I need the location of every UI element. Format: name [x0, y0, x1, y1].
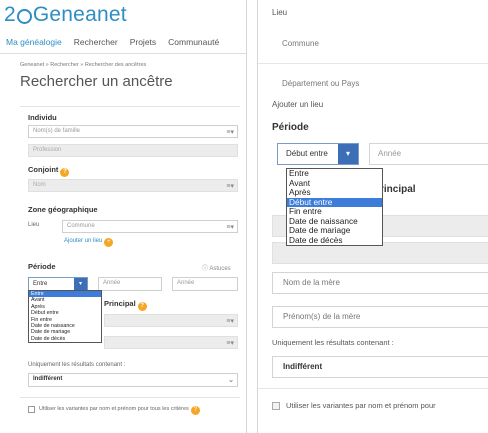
nav-ma-genealogie[interactable]: Ma généalogie — [6, 37, 62, 47]
astuces-link[interactable]: ⓘ Astuces — [202, 263, 231, 272]
field-menu-icon[interactable]: ≡▾ — [226, 338, 234, 348]
logo-ring-icon — [16, 8, 32, 24]
field-menu-icon[interactable]: ≡▾ — [226, 222, 234, 232]
main-nav: Ma généalogie Rechercher Projets Communa… — [0, 30, 246, 54]
select-arrow-icon[interactable]: ▾ — [74, 278, 87, 290]
periode-heading: Période — [272, 122, 309, 133]
geneanet-logo[interactable]: 2 Geneanet — [4, 3, 127, 27]
select-arrow-icon[interactable]: ▾ — [338, 144, 358, 164]
annee-fin-placeholder: Année — [177, 280, 195, 286]
annee-debut-placeholder: Année — [103, 280, 121, 286]
variantes-option: Utiliser les variantes par nom et prénom… — [39, 406, 200, 415]
departement-input[interactable]: Département ou Pays — [272, 74, 488, 96]
astuces-text: Astuces — [209, 266, 231, 272]
option-date-deces[interactable]: Date de décès — [29, 336, 101, 342]
periode-select-value: Entre — [33, 281, 48, 287]
nav-projets[interactable]: Projets — [130, 37, 156, 47]
annee-debut-input[interactable]: Année — [98, 277, 162, 291]
periode-dropdown: Entre Avant Après Début entre Fin entre … — [286, 168, 383, 246]
principal-heading: Principal? — [104, 299, 147, 311]
profession-input[interactable]: Profession — [28, 144, 238, 157]
annee-fin-input[interactable]: Année — [172, 277, 238, 291]
individu-heading: Individu — [28, 113, 57, 122]
mere-prenom-placeholder: Prénom(s) de la mère — [283, 312, 361, 321]
annee-input[interactable]: Année — [369, 143, 488, 165]
left-screenshot-panel: 2 Geneanet Ma généalogie Rechercher Proje… — [0, 0, 247, 433]
conjoint-heading: Conjoint? — [28, 165, 70, 177]
nav-rechercher[interactable]: Rechercher — [74, 37, 118, 47]
add-place-text: Ajouter un lieu — [64, 238, 103, 244]
conjoint-nom-input[interactable]: Nom ≡▾ — [28, 179, 238, 192]
page-title: Rechercher un ancêtre — [20, 73, 173, 90]
periode-dropdown: Entre Avant Après Début entre Fin entre … — [28, 290, 102, 344]
right-zoom-panel: Lieu Commune Département ou Pays Ajouter… — [257, 0, 488, 433]
commune-input[interactable]: Commune — [272, 34, 488, 56]
option-date-deces[interactable]: Date de décès — [287, 235, 382, 246]
add-place-link[interactable]: Ajouter un lieu + — [64, 238, 114, 247]
add-place-link[interactable]: Ajouter un lieu — [272, 100, 323, 109]
conjoint-nom-placeholder: Nom — [33, 182, 46, 188]
help-badge-icon[interactable]: ? — [137, 302, 147, 311]
chevron-icon[interactable]: ⌄ — [228, 375, 234, 386]
mere-prenom-input[interactable]: Prénom(s) de la mère — [272, 306, 488, 328]
resultats-select[interactable]: Indifférent ⌄ — [28, 373, 238, 387]
lieu-label: Lieu — [28, 222, 40, 228]
variantes-checkbox[interactable] — [272, 402, 280, 410]
help-badge-icon[interactable]: ? — [60, 168, 70, 177]
commune-placeholder: Commune — [67, 223, 95, 229]
periode-heading: Période — [28, 262, 56, 271]
resultats-select[interactable]: Indifférent — [272, 356, 488, 378]
divider — [258, 63, 488, 64]
logo-text: Geneanet — [32, 3, 127, 26]
nom-famille-placeholder: Nom(s) de famille — [33, 128, 81, 134]
periode-select[interactable]: Entre ▾ — [28, 277, 88, 291]
field-menu-icon[interactable]: ≡▾ — [226, 316, 234, 326]
periode-select-value: Début entre — [286, 149, 328, 158]
nav-communaute[interactable]: Communauté — [168, 37, 219, 47]
logo-prefix: 2 — [4, 3, 16, 26]
resultats-value: Indifférent — [283, 362, 323, 371]
mere-nom-placeholder: Nom de la mère — [283, 278, 340, 287]
zone-heading: Zone géographique — [28, 205, 98, 214]
pere-input[interactable]: ≡▾ — [104, 314, 238, 327]
divider — [258, 388, 488, 389]
field-menu-icon[interactable]: ≡▾ — [226, 127, 234, 137]
departement-placeholder: Département ou Pays — [282, 79, 360, 88]
mere-nom-input[interactable]: Nom de la mère — [272, 272, 488, 294]
help-badge-icon[interactable]: ? — [190, 406, 200, 415]
nom-famille-input[interactable]: Nom(s) de famille ≡▾ — [28, 125, 238, 138]
breadcrumb: Geneanet » Rechercher » Rechercher des a… — [20, 62, 147, 68]
mere-input[interactable]: ≡▾ — [104, 336, 238, 349]
commune-placeholder: Commune — [282, 39, 319, 48]
lieu-label: Lieu — [272, 8, 288, 17]
principal-heading: rincipal — [380, 184, 416, 195]
annee-placeholder: Année — [378, 149, 402, 158]
resultats-label: Uniquement les résultats contenant : — [28, 362, 126, 368]
divider — [20, 397, 240, 398]
profession-placeholder: Profession — [33, 147, 62, 153]
field-menu-icon[interactable]: ≡▾ — [226, 181, 234, 191]
divider — [20, 106, 240, 107]
variantes-label: Utiliser les variantes par nom et prénom… — [286, 401, 436, 410]
conjoint-label: Conjoint — [28, 165, 59, 174]
periode-select[interactable]: Début entre ▾ — [277, 143, 359, 165]
variantes-checkbox[interactable] — [28, 406, 35, 413]
commune-input[interactable]: Commune ≡▾ — [62, 220, 238, 233]
principal-label: Principal — [104, 299, 136, 308]
add-badge-icon: + — [104, 238, 114, 247]
resultats-label: Uniquement les résultats contenant : — [272, 338, 394, 347]
resultats-value: Indifférent — [33, 376, 63, 382]
variantes-label: Utiliser les variantes par nom et prénom… — [39, 406, 189, 412]
